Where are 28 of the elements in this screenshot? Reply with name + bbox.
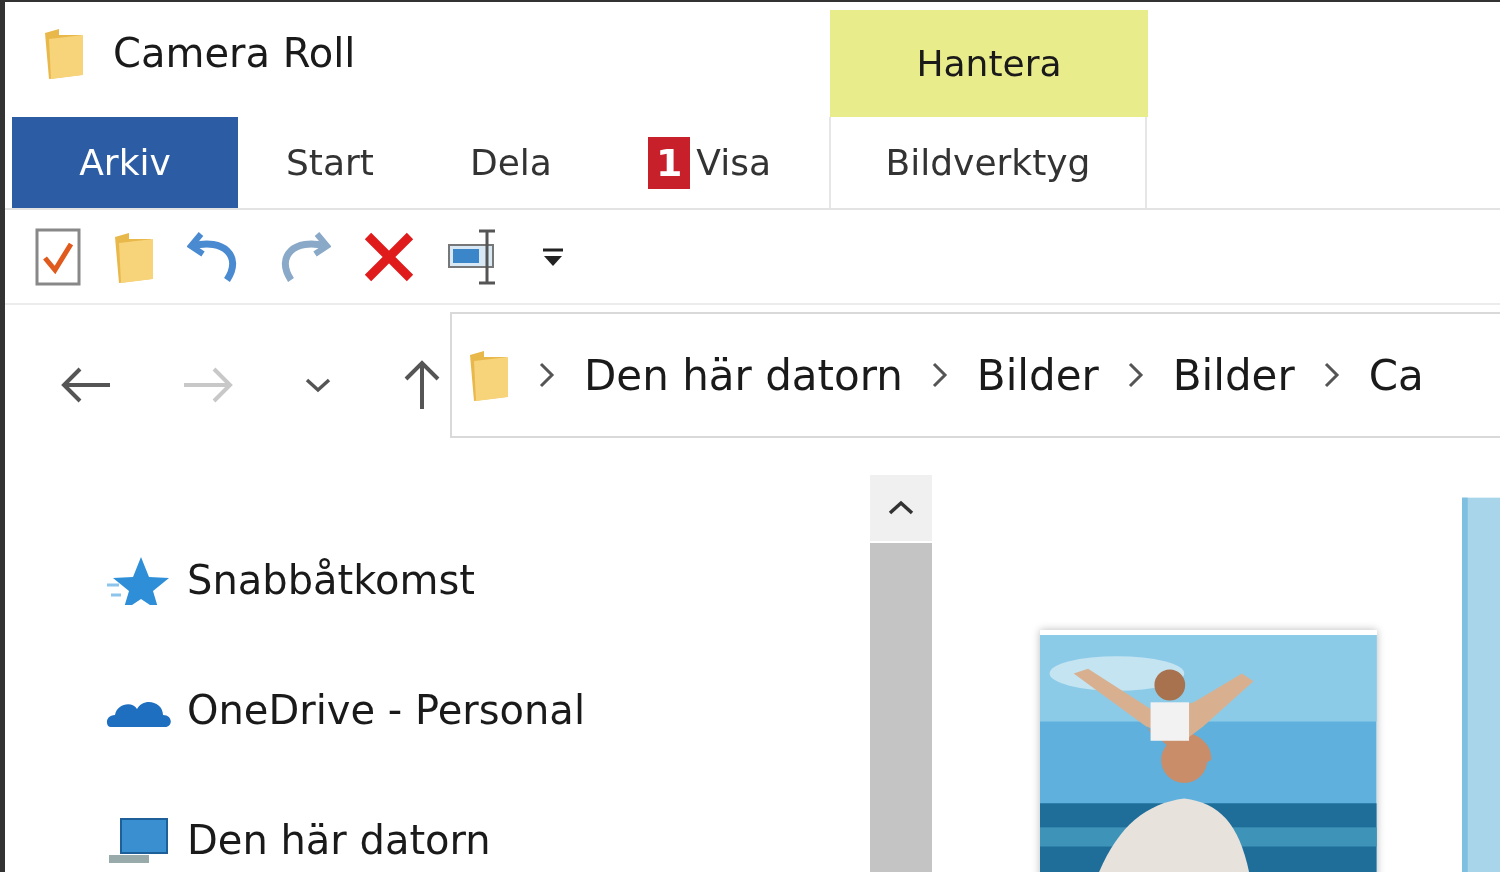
ribbon-tab[interactable]: 1 Visa (599, 117, 819, 208)
scrollbar-thumb[interactable] (870, 543, 932, 872)
properties-icon[interactable] (35, 227, 81, 286)
nav-pane-item[interactable]: OneDrive - Personal (187, 680, 585, 740)
delete-icon[interactable] (363, 230, 415, 283)
up-button[interactable] (402, 359, 442, 411)
chevron-icon (930, 361, 949, 389)
address-bar[interactable]: Den här datorn Bilder Bilder Ca (450, 312, 1500, 438)
chevron-icon (1126, 361, 1145, 389)
ribbon-tab[interactable]: Arkiv (12, 117, 238, 208)
number-marker: 1 (647, 136, 691, 189)
nav-pane-item[interactable]: Den här datorn (187, 810, 491, 870)
back-button[interactable] (60, 365, 112, 405)
ribbon-tab[interactable]: Start (238, 117, 422, 208)
ribbon-tab[interactable]: Bildverktyg (829, 117, 1147, 208)
nav-pane-item[interactable]: Snabbåtkomst (187, 550, 475, 610)
breadcrumb-item[interactable]: Den här datorn (584, 343, 903, 407)
window-title: Camera Roll (113, 28, 356, 78)
chevron-icon (538, 361, 556, 389)
caret-up-icon (887, 499, 915, 517)
contextual-tab-header: Hantera (830, 10, 1148, 117)
breadcrumb-item[interactable]: Bilder (1172, 343, 1295, 407)
star-icon (105, 555, 171, 605)
ribbon-tab[interactable]: Dela (421, 117, 600, 208)
breadcrumb-item[interactable]: Ca (1368, 343, 1424, 407)
chevron-icon (1322, 361, 1341, 389)
scroll-up-button[interactable] (870, 475, 932, 541)
breadcrumb-item[interactable]: Bilder (976, 343, 1099, 407)
